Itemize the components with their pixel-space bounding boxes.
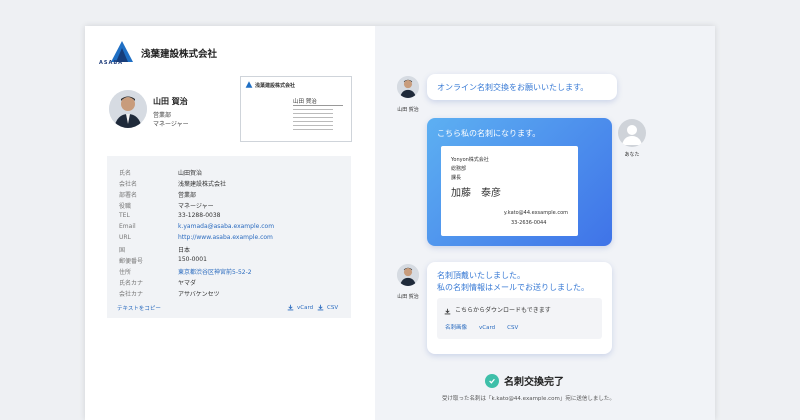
table-row: 会社カナ アサバケンセツ [119,291,220,298]
download-icon [317,304,324,311]
table-row[interactable]: URL http://www.asaba.example.com [119,234,273,241]
exchange-complete: 名刺交換完了 [485,373,564,388]
table-row: 会社名 浅葉建設株式会社 [119,181,227,188]
table-row: 郵便番号 150-0001 [119,256,207,265]
logo-text: ASABA [99,60,124,66]
thumb-logo-icon [245,81,253,88]
profile-name: 山田 賀治 [153,97,188,106]
avatar [397,264,419,286]
table-row: 国日本 [119,247,191,254]
download-csv-link[interactable]: CSV [507,322,518,334]
person-photo-icon [397,264,419,286]
message-bubble: オンライン名刺交換をお願いいたします。 [427,74,617,100]
received-card-bubble: こちら私の名刺になります。 Yonyon株式会社 総務部 課長 加藤 泰彦 y.… [427,118,612,246]
received-business-card[interactable]: Yonyon株式会社 総務部 課長 加藤 泰彦 y.kato@44.exsamp… [441,146,578,236]
table-row: 部署名 営業部 [119,192,197,199]
person-photo-icon [397,76,419,98]
thumb-company: 浅葉建設株式会社 [255,83,296,89]
exchange-chat-panel: 山田 賀治 オンライン名刺交換をお願いいたします。 こちら私の名刺になります。 … [375,26,715,420]
download-icon [444,308,451,314]
copy-text-button[interactable]: テキストをコピー [117,304,161,312]
thumb-name: 山田 賀治 [293,99,317,105]
company-name: 浅葉建設株式会社 [141,49,218,60]
table-row[interactable]: 住所 東京都渋谷区神宮前5-52-2 [119,267,252,276]
vcard-download-button[interactable]: vCard [287,304,313,311]
person-photo-icon [109,90,147,128]
check-icon [485,373,499,388]
profile-dept: 営業部 [153,112,172,119]
thumb-divider [293,105,343,106]
profile-role: マネージャー [153,121,189,128]
avatar [397,76,419,98]
download-vcard-link[interactable]: vCard [479,322,495,334]
main-frame: ASABA 浅葉建設株式会社 山田 賀治 営業部 マネージャー 浅葉建設株式会社… [85,26,715,420]
message-bubble: 名刺頂戴いたしました。 私の名刺情報はメールでお送りしました。 こちらからダウン… [427,262,612,354]
table-row: TEL 33-1288-0038 [119,212,221,219]
avatar [109,90,147,128]
download-icon [287,304,294,311]
download-title: こちらからダウンロードもできます [455,307,551,314]
profile-panel: ASABA 浅葉建設株式会社 山田 賀治 営業部 マネージャー 浅葉建設株式会社… [85,26,375,420]
download-box: こちらからダウンロードもできます 名刺画像 vCard CSV [437,298,602,339]
contact-info-table: 氏名 山田賀治 会社名 浅葉建設株式会社 部署名 営業部 役職 マネージャー TEL 33… [107,156,351,318]
table-row: 氏名 山田賀治 [119,170,203,177]
csv-download-button[interactable]: CSV [317,304,338,311]
you-label: あなた [624,152,640,158]
sender-name: 山田 賀治 [397,294,419,300]
download-image-link[interactable]: 名刺画像 [445,322,467,334]
your-avatar [618,119,646,147]
table-row[interactable]: Email k.yamada@asaba.example.com [119,223,274,230]
table-row: 氏名カナ ヤマダ [119,280,197,287]
table-row: 役職 マネージャー [119,203,214,210]
thumb-details [293,109,333,131]
user-placeholder-icon [622,125,642,145]
business-card-thumbnail[interactable]: 浅葉建設株式会社 山田 賀治 [240,76,352,142]
email-link: k.yamada@asaba.example.com [178,223,275,230]
sender-name: 山田 賀治 [397,107,419,113]
address-link: 東京都渋谷区神宮前5-52-2 [178,269,252,276]
footer-note: 受け取った名刺は「k.kato@44.example.com」宛に送信しました。 [442,396,615,402]
url-link: http://www.asaba.example.com [178,234,273,241]
